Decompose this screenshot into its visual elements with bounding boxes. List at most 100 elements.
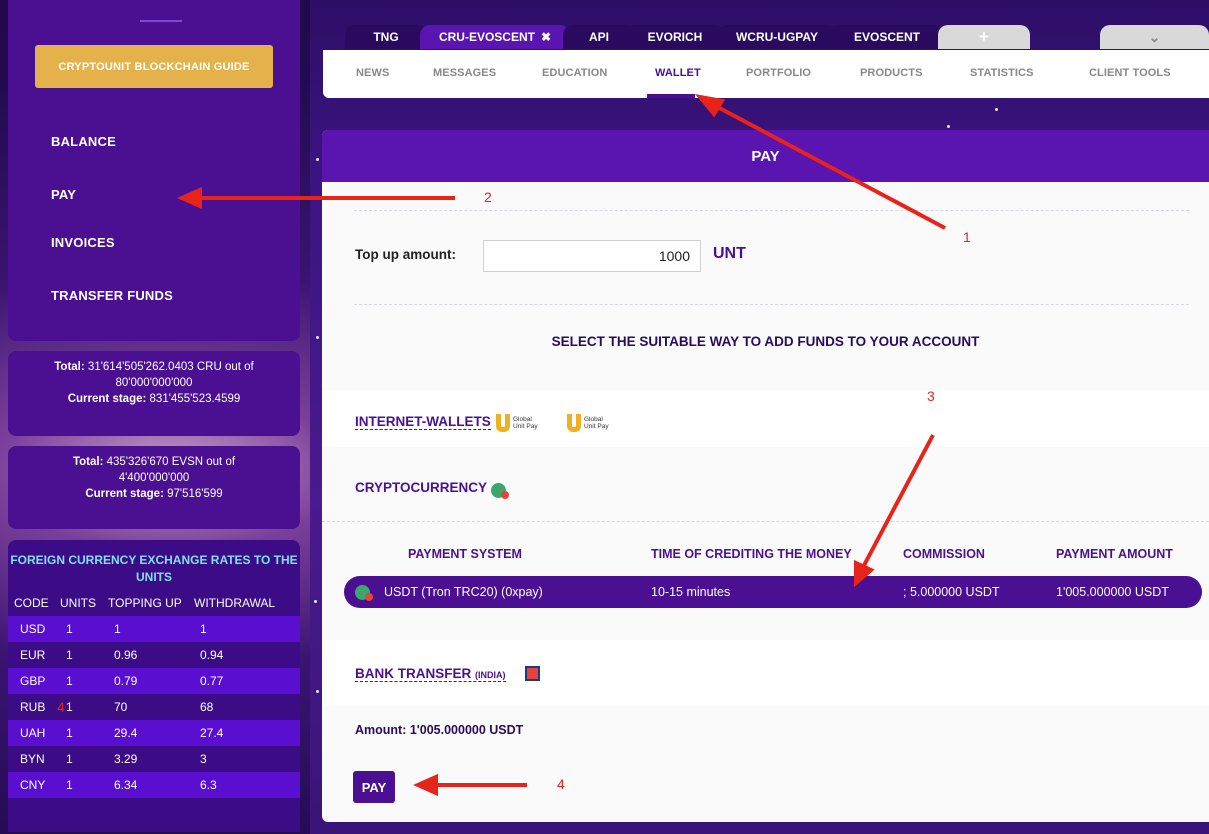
bank-transfer-label: BANK TRANSFER — [355, 666, 472, 681]
rate-topping-up: 3.29 — [114, 752, 138, 766]
annotation-number: 2 — [484, 189, 492, 205]
nav-portfolio[interactable]: PORTFOLIO — [746, 67, 811, 79]
sidebar-item-pay[interactable]: PAY — [51, 187, 76, 202]
topup-amount-input[interactable]: 1000 — [483, 240, 701, 272]
nav-news[interactable]: NEWS — [356, 67, 389, 79]
nav-statistics[interactable]: STATISTICS — [970, 67, 1034, 79]
bank-transfer-link[interactable]: BANK TRANSFER (INDIA) — [355, 666, 506, 682]
sidebar-item-balance[interactable]: BALANCE — [51, 134, 116, 149]
pay-button[interactable]: PAY — [353, 771, 395, 803]
gup-text-2: Unit Pay — [513, 423, 538, 430]
tab-evorich[interactable]: EVORICH — [625, 25, 725, 49]
sparkle — [316, 158, 319, 161]
rate-topping-up: 29.4 — [114, 726, 138, 740]
tab-evoscent[interactable]: EVOSCENT — [828, 25, 946, 49]
rates-header-row: CODE UNITS TOPPING UP WITHDRAWAL — [8, 590, 300, 616]
dotted-divider — [354, 304, 1189, 305]
dotted-divider — [354, 210, 1189, 211]
usdt-tron-icon — [491, 483, 509, 499]
rate-code: RUB — [20, 700, 46, 714]
sparkle — [947, 125, 950, 128]
gup-icon — [496, 414, 510, 432]
evsn-stage-value: 97'516'599 — [167, 488, 223, 500]
table-row: USD 1 1 1 — [8, 616, 300, 642]
tab-cru-evoscent-label: CRU-EVOSCENT — [438, 30, 535, 44]
cru-stats-panel: Total: 31'614'505'262.0403 CRU out of 80… — [8, 351, 300, 436]
rate-topping-up: 0.79 — [114, 674, 138, 688]
payment-option-row[interactable]: USDT (Tron TRC20) (0xpay) 10-15 minutes … — [344, 576, 1202, 608]
rate-topping-up: 1 — [114, 622, 121, 636]
cru-total-label: Total: — [54, 361, 85, 373]
sidebar-item-transfer-funds[interactable]: TRANSFER FUNDS — [51, 288, 173, 303]
rates-table: CODE UNITS TOPPING UP WITHDRAWAL USD 1 1 1 … — [8, 590, 300, 798]
tab-cru-evoscent[interactable]: CRU-EVOSCENT ✖ — [420, 25, 570, 49]
table-row: RUB 1 70 68 — [8, 694, 300, 720]
gup-text: Global Unit Pay — [584, 416, 609, 430]
nav-wallet[interactable]: WALLET — [655, 67, 701, 79]
rate-topping-up: 0.96 — [114, 648, 138, 662]
annotation-number: 4 — [57, 699, 65, 715]
rates-title-line1: FOREIGN CURRENCY EXCHANGE RATES TO THE — [10, 553, 298, 567]
rate-code: EUR — [20, 648, 46, 662]
internet-wallets-link[interactable]: INTERNET-WALLETS — [355, 414, 491, 430]
rates-col-withdrawal: WITHDRAWAL — [194, 596, 276, 610]
pay-header: PAY — [322, 130, 1209, 182]
chevron-down-icon[interactable]: ⌄ — [1100, 25, 1209, 49]
cru-stage-value: 831'455'523.4599 — [149, 393, 241, 405]
tab-wcru-ugpay[interactable]: WCRU-UGPAY — [718, 25, 836, 49]
tab-tng[interactable]: TNG — [345, 25, 427, 49]
global-unit-pay-logo[interactable]: Global Unit Pay — [496, 414, 538, 432]
payment-amount: 1'005.000000 USDT — [1056, 585, 1169, 599]
add-tab-icon[interactable]: + — [938, 25, 1030, 49]
gup-icon — [567, 414, 581, 432]
rate-code: BYN — [20, 752, 45, 766]
table-row: EUR 1 0.96 0.94 — [8, 642, 300, 668]
blockchain-guide-button[interactable]: CRYPTOUNIT BLOCKCHAIN GUIDE — [35, 45, 273, 88]
dotted-divider — [322, 521, 1209, 522]
rate-withdrawal: 0.77 — [200, 674, 224, 688]
rate-code: GBP — [20, 674, 46, 688]
col-commission: COMMISSION — [903, 547, 985, 561]
nav-products[interactable]: PRODUCTS — [860, 67, 923, 79]
sidebar-menu: CRYPTOUNIT BLOCKCHAIN GUIDE BALANCE PAY … — [8, 0, 300, 341]
nav-education[interactable]: EDUCATION — [542, 67, 607, 79]
rate-code: UAH — [20, 726, 46, 740]
cru-total-value: 31'614'505'262.0403 CRU out of — [87, 361, 254, 373]
internet-wallets-section: INTERNET-WALLETS Global Unit Pay Global Un… — [322, 390, 1209, 447]
rate-withdrawal: 0.94 — [200, 648, 224, 662]
section-nav: NEWS MESSAGES EDUCATION WALLET PORTFOLIO… — [323, 50, 1209, 98]
gup-text: Global Unit Pay — [513, 416, 538, 430]
rates-col-units: UNITS — [60, 596, 96, 610]
rate-code: USD — [20, 622, 46, 636]
rate-units: 1 — [66, 648, 73, 662]
rate-code: CNY — [20, 778, 46, 792]
bank-logo-icon — [525, 666, 540, 681]
cryptocurrency-title[interactable]: CRYPTOCURRENCY — [355, 480, 487, 495]
sidebar-item-invoices[interactable]: INVOICES — [51, 235, 115, 250]
table-row: GBP 1 0.79 0.77 — [8, 668, 300, 694]
rate-withdrawal: 6.3 — [200, 778, 217, 792]
table-row: UAH 1 29.4 27.4 — [8, 720, 300, 746]
usdt-tron-icon — [355, 585, 373, 601]
rate-units: 1 — [66, 752, 73, 766]
cru-stats: Total: 31'614'505'262.0403 CRU out of 80… — [8, 351, 300, 407]
rate-withdrawal: 3 — [200, 752, 207, 766]
gup-text-1: Global — [513, 416, 532, 423]
topup-label: Top up amount: — [355, 247, 456, 262]
rates-col-topping-up: TOPPING UP — [108, 596, 182, 610]
sparkle — [316, 690, 319, 693]
rate-withdrawal: 1 — [200, 622, 207, 636]
close-icon[interactable]: ✖ — [541, 30, 551, 44]
commission: ; 5.000000 USDT — [903, 585, 1000, 599]
nav-client-tools[interactable]: CLIENT TOOLS — [1089, 67, 1171, 79]
evsn-stage-label: Current stage: — [85, 488, 164, 500]
rates-col-code: CODE — [14, 596, 49, 610]
payment-system: USDT (Tron TRC20) (0xpay) — [384, 585, 543, 599]
evsn-total-cap: 4'400'000'000 — [118, 472, 190, 484]
gup-text-2: Unit Pay — [584, 423, 609, 430]
annotation-number: 1 — [963, 229, 971, 245]
global-unit-pay-logo[interactable]: Global Unit Pay — [567, 414, 609, 432]
nav-messages[interactable]: MESSAGES — [433, 67, 496, 79]
crediting-time: 10-15 minutes — [651, 585, 731, 599]
rate-units: 1 — [66, 622, 73, 636]
